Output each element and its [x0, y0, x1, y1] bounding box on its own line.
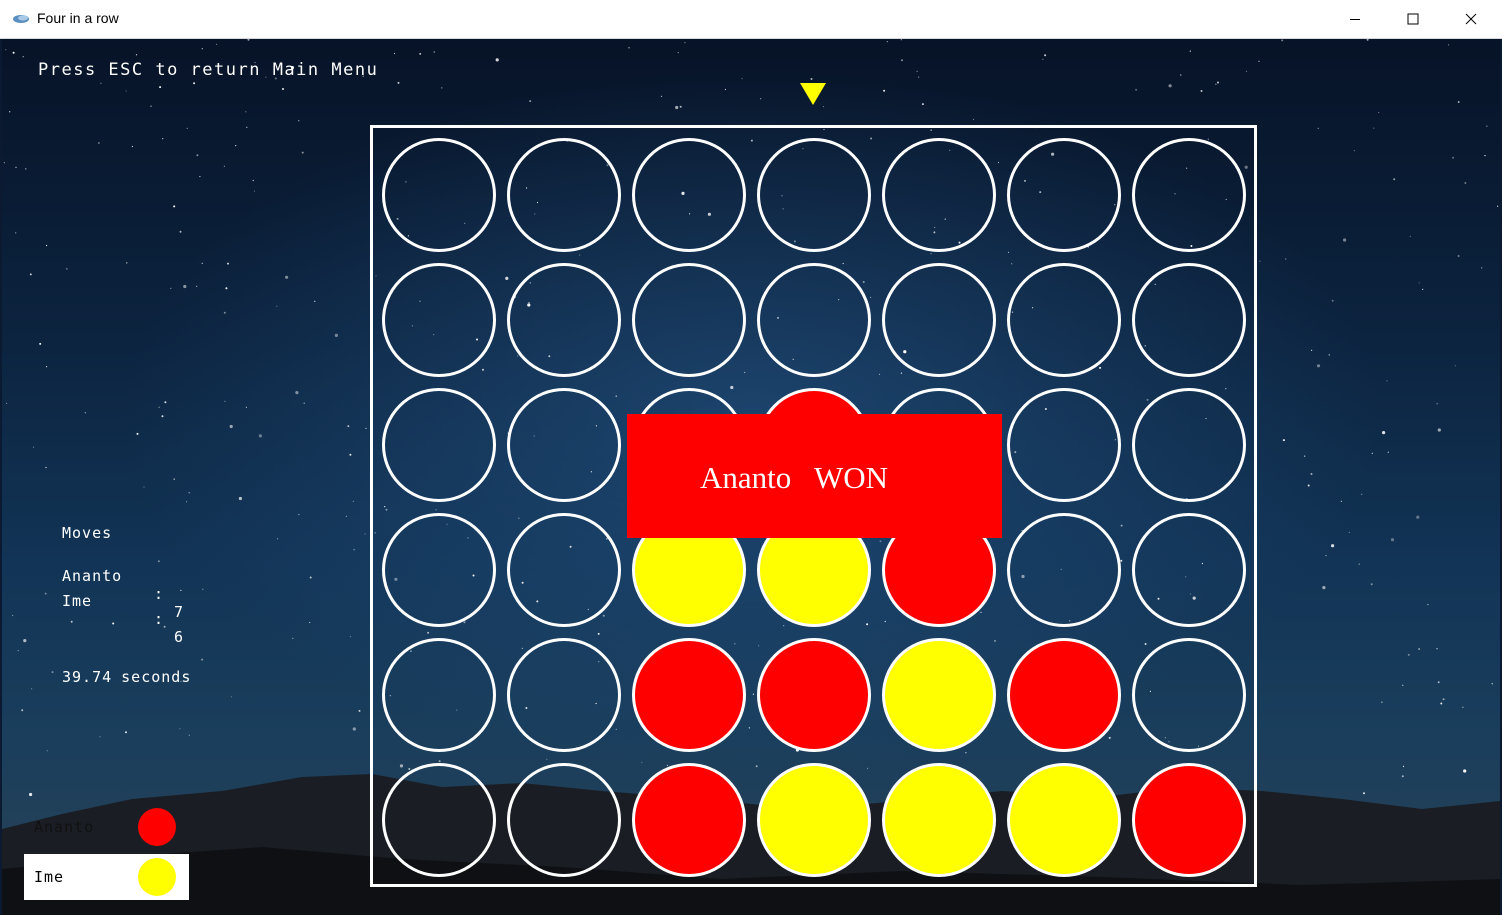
board-slot-r6-c2[interactable]: [507, 763, 621, 877]
board-slot-r2-c6[interactable]: [1007, 263, 1121, 377]
board-slot-r3-c6[interactable]: [1007, 388, 1121, 502]
close-button[interactable]: [1442, 0, 1500, 38]
red-disc-icon: [138, 808, 176, 846]
moves-row: Ime : 6: [62, 574, 183, 646]
board-slot-r1-c3[interactable]: [632, 138, 746, 252]
maximize-icon: [1407, 13, 1419, 25]
board-slot-r1-c4[interactable]: [757, 138, 871, 252]
board-slot-r1-c2[interactable]: [507, 138, 621, 252]
board-slot-r4-c7[interactable]: [1132, 513, 1246, 627]
board-slot-r3-c7[interactable]: [1132, 388, 1246, 502]
board-slot-r6-c4[interactable]: [757, 763, 871, 877]
moves-heading: Moves: [62, 524, 113, 542]
elapsed-timer: 39.74 seconds: [62, 668, 191, 686]
player-name: Ime: [62, 592, 93, 610]
minimize-icon: [1350, 19, 1360, 20]
winner-banner: Ananto WON: [627, 414, 1002, 538]
yellow-disc-icon: [138, 858, 176, 896]
legend-player-name: Ime: [34, 868, 65, 886]
title-bar: Four in a row: [0, 0, 1502, 39]
separator: :: [154, 585, 165, 603]
separator: :: [154, 610, 165, 628]
board-slot-r6-c7[interactable]: [1132, 763, 1246, 877]
player-legend-ananto: Ananto: [24, 804, 189, 850]
board-slot-r4-c6[interactable]: [1007, 513, 1121, 627]
board-slot-r5-c7[interactable]: [1132, 638, 1246, 752]
board-slot-r5-c3[interactable]: [632, 638, 746, 752]
esc-hint: Press ESC to return Main Menu: [38, 60, 379, 80]
timer-unit: seconds: [121, 668, 192, 686]
winner-text: WON: [814, 460, 889, 495]
board-slot-r3-c2[interactable]: [507, 388, 621, 502]
minimize-button[interactable]: [1326, 0, 1384, 38]
board-slot-r5-c5[interactable]: [882, 638, 996, 752]
board-slot-r1-c6[interactable]: [1007, 138, 1121, 252]
board-slot-r5-c4[interactable]: [757, 638, 871, 752]
window-title: Four in a row: [37, 10, 119, 26]
board-slot-r2-c2[interactable]: [507, 263, 621, 377]
player-legend-ime: Ime: [24, 854, 189, 900]
board-slot-r1-c1[interactable]: [382, 138, 496, 252]
game-scene[interactable]: Press ESC to return Main Menu Ananto WON…: [2, 39, 1500, 915]
board-slot-r4-c1[interactable]: [382, 513, 496, 627]
board-slot-r1-c7[interactable]: [1132, 138, 1246, 252]
drop-indicator-icon: [800, 83, 826, 105]
board-slot-r6-c3[interactable]: [632, 763, 746, 877]
board-slot-r3-c1[interactable]: [382, 388, 496, 502]
legend-player-name: Ananto: [34, 818, 95, 836]
timer-value: 39.74: [62, 668, 113, 686]
board-slot-r5-c2[interactable]: [507, 638, 621, 752]
winner-name: Ananto: [700, 460, 792, 495]
maximize-button[interactable]: [1384, 0, 1442, 38]
board-slot-r2-c3[interactable]: [632, 263, 746, 377]
board-slot-r5-c6[interactable]: [1007, 638, 1121, 752]
board-slot-r2-c1[interactable]: [382, 263, 496, 377]
move-count: 7: [174, 603, 185, 621]
moves-panel: Moves Ananto : 7 Ime : 6: [62, 524, 183, 646]
move-count: 6: [174, 628, 185, 646]
board-slot-r1-c5[interactable]: [882, 138, 996, 252]
board-slot-r4-c2[interactable]: [507, 513, 621, 627]
board-slot-r2-c7[interactable]: [1132, 263, 1246, 377]
close-icon: [1465, 13, 1477, 25]
board-slot-r2-c5[interactable]: [882, 263, 996, 377]
board-slot-r6-c5[interactable]: [882, 763, 996, 877]
app-icon: [13, 15, 29, 23]
board-slot-r6-c6[interactable]: [1007, 763, 1121, 877]
board-slot-r2-c4[interactable]: [757, 263, 871, 377]
board-slot-r6-c1[interactable]: [382, 763, 496, 877]
board-slot-r5-c1[interactable]: [382, 638, 496, 752]
moves-row: Ananto : 7: [62, 549, 183, 621]
